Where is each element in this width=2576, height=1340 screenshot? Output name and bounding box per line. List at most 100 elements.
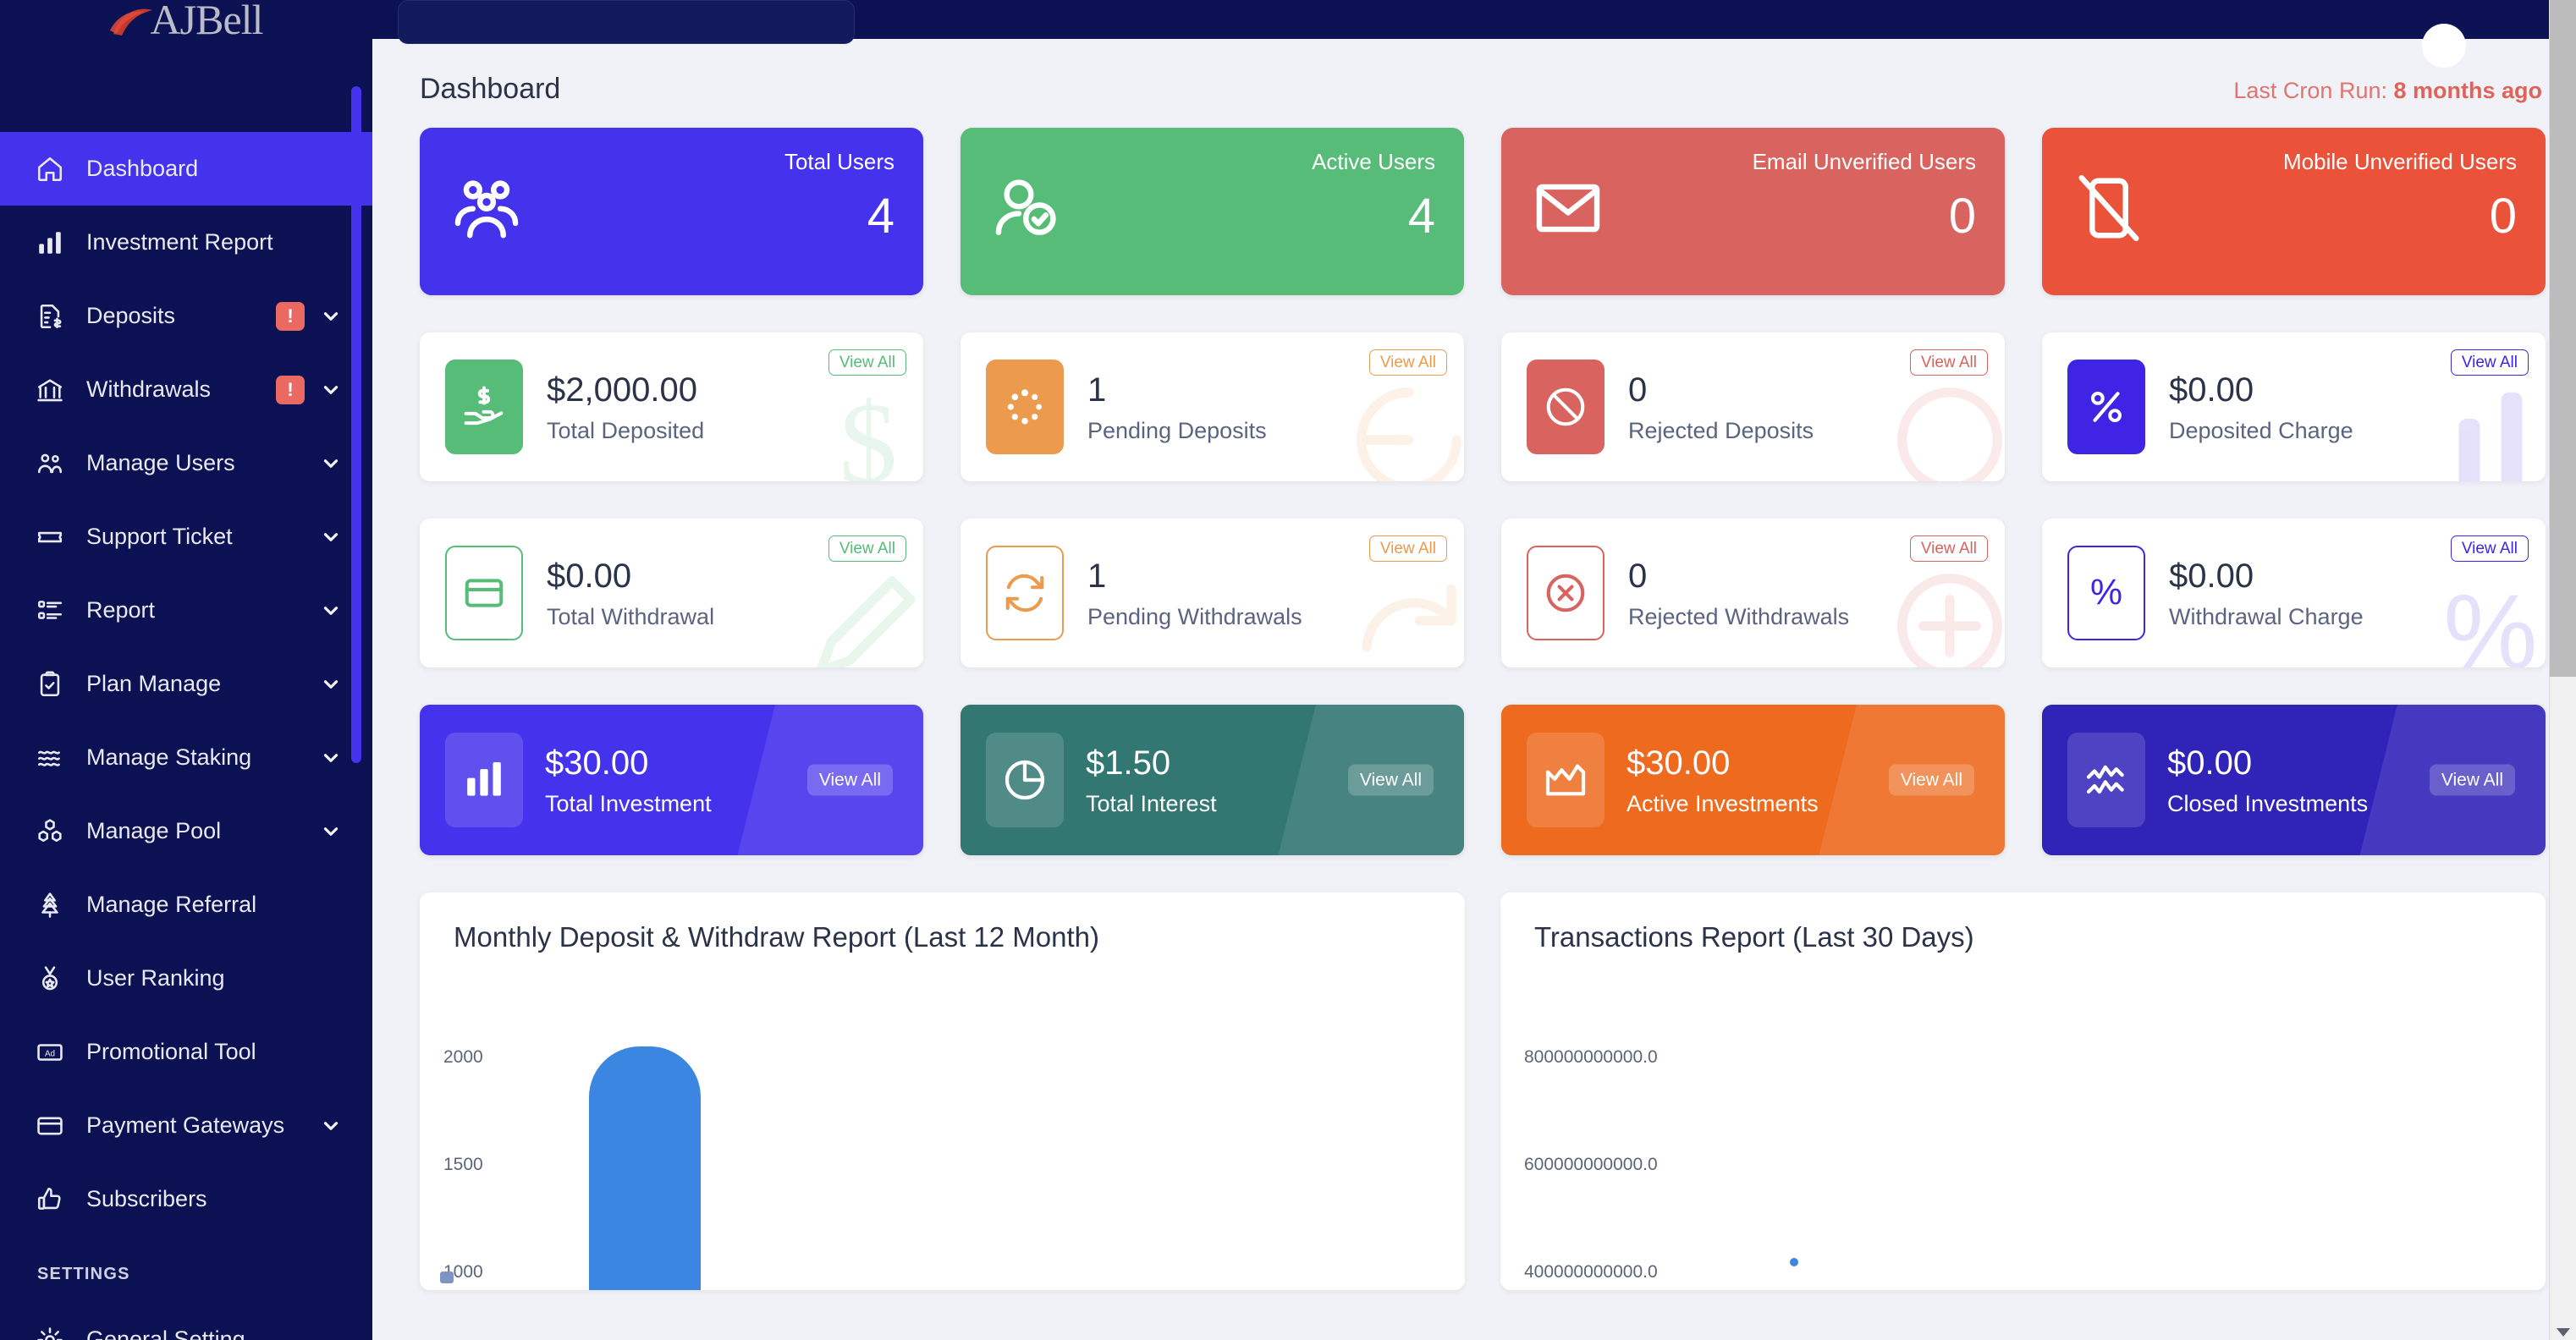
thumbs-up-icon: [32, 1183, 68, 1216]
sidebar-item-manage-pool[interactable]: Manage Pool: [0, 794, 372, 868]
page-scrollbar[interactable]: [2549, 0, 2576, 1340]
brand-name: AJBell: [150, 0, 264, 39]
swoosh-icon: [109, 5, 156, 39]
plus-ghost: [1886, 563, 2005, 667]
sidebar-item-label: Payment Gateways: [86, 1112, 285, 1138]
view-all-button[interactable]: View All: [1368, 349, 1447, 376]
view-all-button[interactable]: View All: [2450, 349, 2529, 376]
bar-deposit: [589, 1046, 701, 1290]
svg-text:$: $: [839, 378, 898, 481]
view-all-button[interactable]: View All: [1347, 764, 1434, 796]
view-all-button[interactable]: View All: [1909, 535, 1988, 562]
card-value: $1.50: [1086, 744, 1171, 782]
card-label: Total Interest: [1086, 790, 1217, 816]
chevron-down-icon[interactable]: [320, 673, 342, 695]
deposit-cards-row: View All $2,000.00 Total Deposited $ View Al…: [420, 332, 2546, 481]
card-label: Pending Withdrawals: [1087, 603, 1302, 629]
sidebar-item-label: Withdrawals: [86, 376, 212, 402]
mobile-slash-icon: [2072, 172, 2145, 244]
scroll-down-arrow-icon[interactable]: [2557, 1328, 2570, 1337]
view-all-button[interactable]: View All: [1888, 764, 1974, 796]
scatter-point: [1790, 1258, 1798, 1266]
sidebar-item-label: Report: [86, 597, 156, 623]
sidebar-item-support-ticket[interactable]: Support Ticket: [0, 500, 372, 574]
card-label: Pending Deposits: [1087, 417, 1267, 443]
home-icon: [32, 152, 68, 186]
view-all-button[interactable]: View All: [1368, 535, 1447, 562]
summary-card: View All 1 Pending Deposits: [960, 332, 1464, 481]
envelope-icon: [1532, 172, 1604, 244]
sidebar-item-general-setting[interactable]: General Setting: [0, 1303, 372, 1340]
sidebar-item-label: Manage Pool: [86, 818, 222, 843]
card-value: $0.00: [2167, 744, 2253, 782]
hand-dollar-icon: [445, 360, 523, 454]
sidebar-item-payment-gateways[interactable]: Payment Gateways: [0, 1089, 372, 1162]
summary-card: View All 0 Rejected Deposits: [1501, 332, 2005, 481]
summary-card: View All 0 Rejected Withdrawals: [1501, 519, 2005, 667]
chevron-down-icon[interactable]: [320, 747, 342, 769]
investment-cards-row: $30.00 Total Investment View All $1.50 Total…: [420, 705, 2546, 855]
sidebar-item-user-ranking[interactable]: User Ranking: [0, 942, 372, 1015]
sidebar-item-plan-manage[interactable]: Plan Manage: [0, 647, 372, 721]
users-icon: [32, 447, 68, 481]
card-body: $0.00 Total Withdrawal: [547, 557, 714, 630]
chevron-down-icon[interactable]: [320, 1115, 342, 1137]
circle-ghost: [1346, 376, 1464, 481]
arrow-ghost: [1346, 563, 1464, 667]
card-value: $0.00: [2169, 557, 2254, 595]
sidebar-item-manage-users[interactable]: Manage Users: [0, 426, 372, 500]
sidebar-scrollbar[interactable]: [351, 86, 361, 763]
sidebar-item-subscribers[interactable]: Subscribers: [0, 1162, 372, 1236]
y-axis-tick: 800000000000.0: [1524, 1046, 1658, 1067]
medal-icon: [32, 962, 68, 996]
avatar[interactable]: [2422, 24, 2466, 68]
bars-ghost: [2427, 376, 2546, 481]
sidebar-item-manage-staking[interactable]: Manage Staking: [0, 721, 372, 794]
card-body: $1.50 Total Interest: [1086, 744, 1217, 817]
sidebar-item-investment-report[interactable]: Investment Report: [0, 206, 372, 279]
stat-label: Total Users: [784, 149, 894, 174]
brand-logo[interactable]: AJBell: [0, 0, 372, 39]
pie-icon: [986, 733, 1064, 827]
svg-text:%: %: [2090, 573, 2122, 613]
sidebar-item-manage-referral[interactable]: Manage Referral: [0, 868, 372, 942]
ad-icon: Ad: [32, 1035, 68, 1069]
chevron-down-icon[interactable]: [320, 526, 342, 548]
chart-plot-area: 800000000000.0 600000000000.0 400000000000…: [1500, 974, 2546, 1290]
view-all-button[interactable]: View All: [2450, 535, 2529, 562]
card-body: 0 Rejected Withdrawals: [1628, 557, 1849, 630]
chevron-down-icon[interactable]: [320, 600, 342, 622]
topbar: [372, 0, 2576, 68]
ticket-icon: [32, 520, 68, 554]
sidebar-item-deposits[interactable]: Deposits!: [0, 279, 372, 353]
area-chart-icon: [1527, 733, 1604, 827]
spinner-icon: [986, 360, 1064, 454]
last-cron-run: Last Cron Run: 8 months ago: [2233, 78, 2542, 104]
view-all-button[interactable]: View All: [1909, 349, 1988, 376]
charts-row: Monthly Deposit & Withdraw Report (Last …: [420, 892, 2546, 1290]
stat-card: Email Unverified Users 0: [1501, 128, 2005, 295]
sidebar-item-label: Dashboard: [86, 156, 199, 181]
search-input[interactable]: [398, 0, 855, 44]
card-value: 0: [1628, 371, 1648, 409]
chevron-down-icon[interactable]: [320, 379, 342, 401]
credit-card-icon: [32, 1109, 68, 1143]
chevron-down-icon[interactable]: [320, 453, 342, 475]
sidebar-item-withdrawals[interactable]: Withdrawals!: [0, 353, 372, 426]
view-all-button[interactable]: View All: [828, 349, 906, 376]
view-all-button[interactable]: View All: [2429, 764, 2515, 796]
chevron-down-icon[interactable]: [320, 821, 342, 843]
sidebar-item-dashboard[interactable]: Dashboard: [0, 132, 372, 206]
view-all-button[interactable]: View All: [806, 764, 893, 796]
scrollbar-thumb[interactable]: [2550, 0, 2576, 677]
chevron-down-icon[interactable]: [320, 305, 342, 327]
main-area: Dashboard Last Cron Run: 8 months ago To…: [372, 0, 2576, 1340]
sidebar-item-report[interactable]: Report: [0, 574, 372, 647]
percent-sign-icon: %: [2067, 546, 2145, 640]
view-all-button[interactable]: View All: [828, 535, 906, 562]
svg-text:Ad: Ad: [45, 1049, 55, 1058]
cron-prefix: Last Cron Run:: [2233, 78, 2394, 103]
alert-badge: !: [276, 301, 305, 331]
bank-icon: [32, 373, 68, 407]
sidebar-item-promotional-tool[interactable]: Ad Promotional Tool: [0, 1015, 372, 1089]
